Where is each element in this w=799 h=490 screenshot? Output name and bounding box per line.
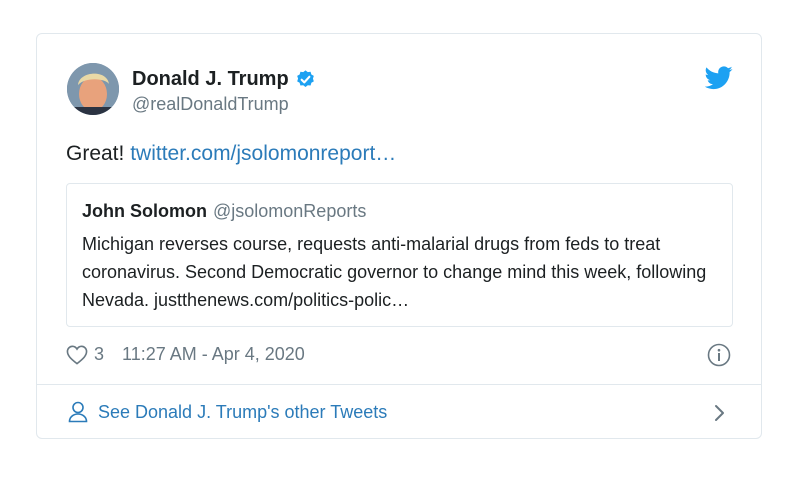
- quoted-tweet-header: John Solomon @jsolomonReports: [82, 201, 717, 222]
- tweet-link[interactable]: twitter.com/jsolomonreport…: [130, 142, 396, 165]
- author-handle[interactable]: @realDonaldTrump: [132, 94, 289, 115]
- heart-icon[interactable]: [66, 345, 88, 365]
- tweet-meta: 3 11:27 AM - Apr 4, 2020: [66, 344, 305, 365]
- see-other-tweets-link[interactable]: See Donald J. Trump's other Tweets: [68, 401, 387, 423]
- quoted-author-name: John Solomon: [82, 201, 207, 221]
- person-icon: [68, 401, 88, 423]
- tweet-timestamp[interactable]: 11:27 AM - Apr 4, 2020: [122, 344, 305, 365]
- avatar-image: [67, 63, 119, 115]
- footer-divider: [37, 384, 761, 385]
- info-icon[interactable]: [707, 343, 731, 367]
- embedded-tweet-card: Donald J. Trump @realDonaldTrump Great! …: [36, 33, 762, 439]
- like-count[interactable]: 3: [94, 344, 104, 365]
- verified-badge-icon: [296, 70, 314, 87]
- see-other-tweets-label[interactable]: See Donald J. Trump's other Tweets: [98, 402, 387, 423]
- chevron-right-icon[interactable]: [713, 403, 727, 423]
- quoted-tweet-text: Michigan reverses course, requests anti-…: [82, 234, 707, 310]
- twitter-bird-icon[interactable]: [705, 66, 733, 90]
- avatar[interactable]: [67, 63, 119, 115]
- author-name[interactable]: Donald J. Trump: [132, 68, 289, 91]
- tweet-body: Great!: [66, 142, 125, 165]
- quoted-author-handle: @jsolomonReports: [213, 201, 367, 221]
- author-name-row[interactable]: Donald J. Trump: [132, 68, 316, 91]
- tweet-text: Great! twitter.com/jsolomonreport…: [66, 142, 396, 166]
- quoted-tweet[interactable]: John Solomon @jsolomonReports Michigan re…: [66, 183, 733, 327]
